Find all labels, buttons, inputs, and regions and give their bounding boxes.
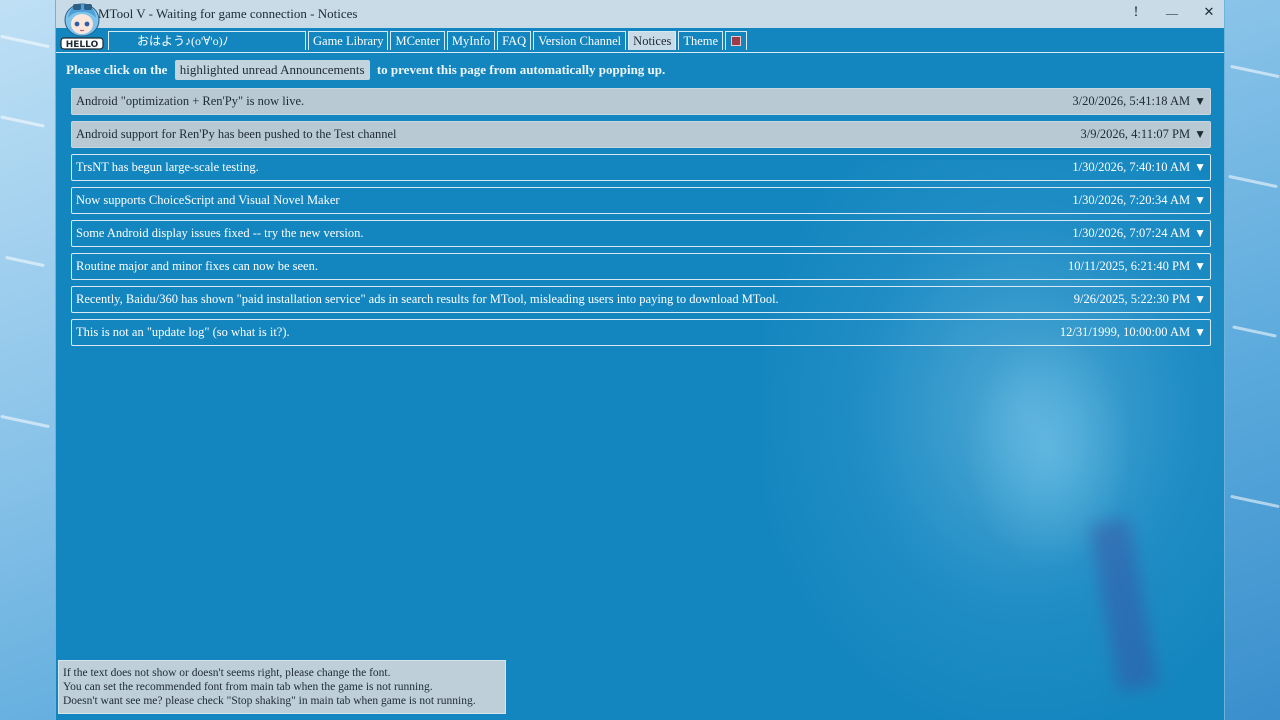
notice-date: 3/20/2026, 5:41:18 AM (1072, 94, 1191, 108)
expand-caret-icon[interactable]: ▼ (1194, 193, 1206, 208)
tab-bar: おはよう♪(o'∀'o)ﾉ Game Library MCenter MyInfo F… (56, 28, 1224, 53)
notice-date: 1/30/2026, 7:40:10 AM (1072, 160, 1191, 174)
notice-title: Now supports ChoiceScript and Visual Nov… (76, 193, 340, 207)
close-button[interactable]: ✕ (1197, 4, 1221, 20)
notice-item[interactable]: Routine major and minor fixes can now be… (71, 253, 1211, 280)
font-hint-line: Doesn't want see me? please check "Stop … (63, 695, 476, 707)
notice-title: Some Android display issues fixed -- try… (76, 226, 364, 240)
mascot-avatar-icon[interactable]: HELLO (60, 2, 104, 50)
notice-date: 1/30/2026, 7:07:24 AM (1072, 226, 1191, 240)
instruction-before: Please click on the (66, 62, 168, 77)
tab-version-channel[interactable]: Version Channel (533, 31, 627, 50)
notice-meta: 3/9/2026, 4:11:07 PM ▼ (1080, 127, 1206, 142)
notice-meta: 1/30/2026, 7:20:34 AM ▼ (1072, 193, 1206, 208)
notice-item[interactable]: Android "optimization + Ren'Py" is now l… (71, 88, 1211, 115)
tab-mcenter[interactable]: MCenter (390, 31, 445, 50)
tab-theme[interactable]: Theme (678, 31, 724, 50)
notice-item[interactable]: Some Android display issues fixed -- try… (71, 220, 1211, 247)
notice-meta: 1/30/2026, 7:40:10 AM ▼ (1072, 160, 1206, 175)
instruction-text: Please click on the highlighted unread A… (66, 60, 665, 80)
notice-item[interactable]: Android support for Ren'Py has been push… (71, 121, 1211, 148)
tab-game-library[interactable]: Game Library (308, 31, 389, 50)
tab-notices[interactable]: Notices (628, 31, 677, 50)
notice-title: This is not an "update log" (so what is … (76, 325, 290, 339)
notice-item[interactable]: TrsNT has begun large-scale testing. 1/30… (71, 154, 1211, 181)
window-title: MTool V - Waiting for game connection - … (98, 6, 358, 21)
alert-button[interactable]: ! (1124, 4, 1148, 21)
font-hint-box: If the text does not show or doesn't see… (58, 660, 506, 714)
notice-date: 1/30/2026, 7:20:34 AM (1072, 193, 1191, 207)
unread-highlight-chip: highlighted unread Announcements (174, 60, 370, 80)
notice-title: Android "optimization + Ren'Py" is now l… (76, 94, 305, 108)
book-icon (731, 36, 742, 46)
avatar-badge: HELLO (66, 40, 99, 50)
expand-caret-icon[interactable]: ▼ (1194, 292, 1206, 307)
notice-date: 3/9/2026, 4:11:07 PM (1080, 127, 1191, 141)
font-hint-line: If the text does not show or doesn't see… (63, 667, 391, 679)
notice-meta: 12/31/1999, 10:00:00 AM ▼ (1060, 325, 1206, 340)
tab-faq[interactable]: FAQ (497, 31, 532, 50)
instruction-after: to prevent this page from automatically … (376, 62, 666, 77)
notice-date: 10/11/2025, 6:21:40 PM (1067, 259, 1191, 273)
expand-caret-icon[interactable]: ▼ (1194, 160, 1206, 175)
notice-meta: 10/11/2025, 6:21:40 PM ▼ (1068, 259, 1206, 274)
font-hint-line: You can set the recommended font from ma… (63, 681, 433, 693)
notice-title: Recently, Baidu/360 has shown "paid inst… (76, 292, 779, 306)
notice-list: Android "optimization + Ren'Py" is now l… (71, 88, 1211, 352)
app-window: MTool V - Waiting for game connection - … (56, 0, 1224, 720)
minimize-button[interactable]: — (1160, 6, 1184, 21)
notice-item[interactable]: This is not an "update log" (so what is … (71, 319, 1211, 346)
expand-caret-icon[interactable]: ▼ (1194, 325, 1206, 340)
title-bar[interactable]: MTool V - Waiting for game connection - … (56, 0, 1224, 28)
tab-myinfo[interactable]: MyInfo (446, 31, 496, 50)
notice-title: Routine major and minor fixes can now be… (76, 259, 318, 273)
expand-caret-icon[interactable]: ▼ (1194, 259, 1206, 274)
tab-list: Game Library MCenter MyInfo FAQ Version Chan… (308, 31, 748, 50)
notice-meta: 3/20/2026, 5:41:18 AM ▼ (1072, 94, 1206, 109)
greeting-tab[interactable]: おはよう♪(o'∀'o)ﾉ (108, 31, 306, 50)
expand-caret-icon[interactable]: ▼ (1194, 226, 1206, 241)
notice-date: 9/26/2025, 5:22:30 PM (1073, 292, 1191, 306)
expand-caret-icon[interactable]: ▼ (1194, 94, 1206, 109)
notice-item[interactable]: Now supports ChoiceScript and Visual Nov… (71, 187, 1211, 214)
notice-item[interactable]: Recently, Baidu/360 has shown "paid inst… (71, 286, 1211, 313)
tab-book-icon[interactable] (725, 31, 748, 50)
expand-caret-icon[interactable]: ▼ (1194, 127, 1206, 142)
notice-meta: 9/26/2025, 5:22:30 PM ▼ (1074, 292, 1206, 307)
notice-title: Android support for Ren'Py has been push… (76, 127, 397, 141)
notice-meta: 1/30/2026, 7:07:24 AM ▼ (1072, 226, 1206, 241)
notice-title: TrsNT has begun large-scale testing. (76, 160, 259, 174)
notice-date: 12/31/1999, 10:00:00 AM (1059, 325, 1191, 339)
